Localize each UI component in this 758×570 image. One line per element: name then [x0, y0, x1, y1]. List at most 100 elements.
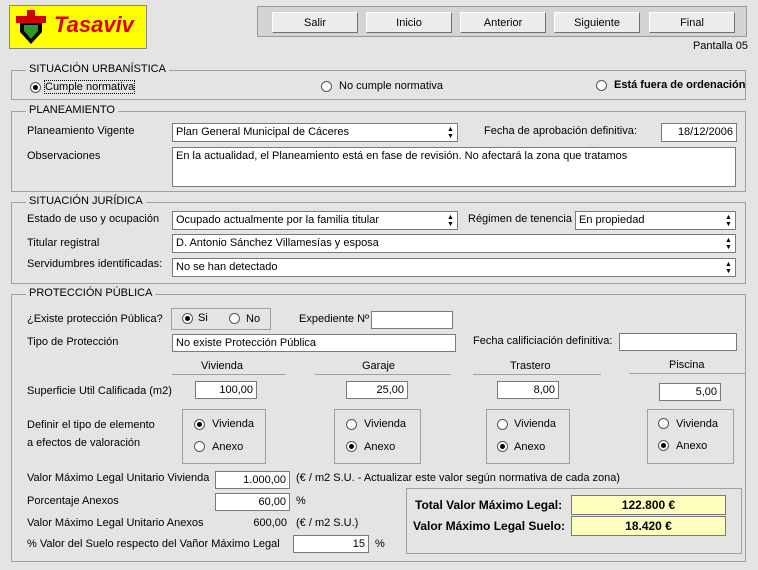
vmlu-anexos-label: Valor Máximo Legal Unitario Anexos: [27, 517, 204, 529]
total-valor-value: 122.800 €: [571, 495, 726, 515]
superficie-vivienda-field[interactable]: 100,00: [195, 381, 257, 399]
anexo-col1-label[interactable]: Anexo: [212, 441, 243, 453]
valor-suelo-value: 18.420 €: [571, 516, 726, 536]
proteccion-title: PROTECCIÓN PÚBLICA: [26, 287, 156, 299]
cumple-radio[interactable]: [30, 82, 41, 93]
col-vivienda-divider: [172, 374, 286, 375]
vivienda-col3-radio[interactable]: [497, 419, 508, 430]
estado-uso-label: Estado de uso y ocupación: [27, 213, 160, 225]
total-valor-label: Total Valor Máximo Legal:: [415, 498, 563, 512]
no-cumple-radio[interactable]: [321, 81, 332, 92]
no-label[interactable]: No: [246, 313, 260, 325]
col-piscina-divider: [629, 373, 745, 374]
vivienda-col1-label[interactable]: Vivienda: [212, 418, 254, 430]
titular-registral-value: D. Antonio Sánchez Villamesías y esposa: [176, 237, 379, 249]
titular-registral-select[interactable]: D. Antonio Sánchez Villamesías y esposa …: [172, 234, 736, 253]
salir-button[interactable]: Salir: [272, 12, 358, 33]
observaciones-label: Observaciones: [27, 150, 101, 162]
vmlu-vivienda-note: (€ / m2 S.U. - Actualizar este valor seg…: [296, 472, 621, 484]
no-radio[interactable]: [229, 313, 240, 324]
vivienda-col4-label[interactable]: Vivienda: [676, 418, 718, 430]
porcentaje-anexos-field[interactable]: 60,00: [215, 493, 290, 511]
vmlu-vivienda-label: Valor Máximo Legal Unitario Vivienda: [27, 472, 210, 484]
definir-tipo-label-2: a efectos de valoración: [27, 437, 141, 449]
tipo-proteccion-field[interactable]: No existe Protección Pública: [172, 334, 456, 352]
vivienda-col2-radio[interactable]: [346, 419, 357, 430]
cumple-label[interactable]: Cumple normativa: [43, 80, 136, 94]
regimen-tenencia-select[interactable]: En propiedad ▲ ▼: [575, 211, 736, 230]
vmlu-anexos-value: 600,00: [215, 515, 290, 533]
app-logo: Tasaviv: [9, 5, 147, 49]
shield-logo-icon: [16, 10, 46, 44]
fuera-ordenacion-radio[interactable]: [596, 80, 607, 91]
fecha-calificacion-field[interactable]: [619, 333, 737, 351]
servidumbres-value: No se han detectado: [176, 261, 278, 273]
col-vivienda-header: Vivienda: [201, 360, 243, 372]
si-radio[interactable]: [182, 313, 193, 324]
fecha-aprobacion-label: Fecha de aprobación definitiva:: [484, 125, 637, 137]
anterior-button[interactable]: Anterior: [460, 12, 546, 33]
servidumbres-select[interactable]: No se han detectado ▲ ▼: [172, 258, 736, 277]
planeamiento-vigente-select[interactable]: Plan General Municipal de Cáceres ▲ ▼: [172, 123, 458, 142]
anexo-col3-label[interactable]: Anexo: [514, 441, 545, 453]
vmlu-anexos-unit: (€ / m2 S.U.): [296, 517, 359, 529]
titular-registral-label: Titular registral: [27, 237, 100, 249]
screen-number: Pantalla 05: [692, 40, 748, 52]
si-label[interactable]: Si: [198, 312, 208, 324]
estado-uso-select[interactable]: Ocupado actualmente por la familia titul…: [172, 211, 458, 230]
servidumbres-label: Servidumbres identificadas:: [27, 258, 163, 270]
planeamiento-title: PLANEAMIENTO: [26, 104, 118, 116]
regimen-tenencia-value: En propiedad: [579, 214, 645, 226]
spin-arrows-icon: ▲ ▼: [725, 214, 732, 228]
spin-arrows-icon: ▲ ▼: [447, 214, 454, 228]
siguiente-button[interactable]: Siguiente: [554, 12, 640, 33]
planeamiento-vigente-value: Plan General Municipal de Cáceres: [176, 126, 350, 138]
porcentaje-anexos-unit: %: [296, 495, 306, 507]
navigation-bar: Salir Inicio Anterior Siguiente Final: [257, 6, 747, 37]
anexo-col4-label[interactable]: Anexo: [676, 440, 707, 452]
anexo-col2-radio[interactable]: [346, 441, 357, 452]
spin-arrows-icon: ▲ ▼: [447, 126, 454, 140]
porcentaje-anexos-label: Porcentaje Anexos: [27, 495, 119, 507]
observaciones-textarea[interactable]: En la actualidad, el Planeamiento está e…: [172, 147, 736, 187]
expediente-field[interactable]: [371, 311, 453, 329]
anexo-col3-radio[interactable]: [497, 441, 508, 452]
superficie-trastero-field[interactable]: 8,00: [497, 381, 559, 399]
vivienda-col4-radio[interactable]: [658, 418, 669, 429]
superficie-garaje-field[interactable]: 25,00: [346, 381, 408, 399]
fecha-aprobacion-field[interactable]: 18/12/2006: [661, 123, 737, 142]
vivienda-col1-radio[interactable]: [194, 419, 205, 430]
planeamiento-vigente-label: Planeamiento Vigente: [27, 125, 135, 137]
vivienda-col2-label[interactable]: Vivienda: [364, 418, 406, 430]
regimen-tenencia-label: Régimen de tenencia: [468, 213, 572, 225]
porcentaje-suelo-unit: %: [375, 538, 385, 550]
spin-arrows-icon: ▲ ▼: [725, 261, 732, 275]
spin-arrows-icon: ▲ ▼: [725, 237, 732, 251]
col-piscina-header: Piscina: [669, 359, 705, 371]
app-name: Tasaviv: [54, 12, 134, 37]
col-garaje-divider: [315, 374, 451, 375]
vivienda-col3-label[interactable]: Vivienda: [514, 418, 556, 430]
definir-tipo-label-1: Definir el tipo de elemento: [27, 419, 155, 431]
anexo-col1-radio[interactable]: [194, 441, 205, 452]
no-cumple-label[interactable]: No cumple normativa: [339, 80, 443, 92]
estado-uso-value: Ocupado actualmente por la familia titul…: [176, 214, 379, 226]
final-button[interactable]: Final: [649, 12, 735, 33]
valor-suelo-label: Valor Máximo Legal Suelo:: [413, 519, 566, 533]
porcentaje-suelo-field[interactable]: 15: [293, 535, 369, 553]
col-trastero-divider: [473, 374, 601, 375]
col-trastero-header: Trastero: [510, 360, 551, 372]
existe-proteccion-label: ¿Existe protección Pública?: [27, 313, 163, 325]
inicio-button[interactable]: Inicio: [366, 12, 452, 33]
fuera-ordenacion-label[interactable]: Está fuera de ordenación: [614, 79, 745, 91]
col-garaje-header: Garaje: [362, 360, 396, 372]
juridica-title: SITUACIÓN JURÍDICA: [26, 195, 146, 207]
anexo-col2-label[interactable]: Anexo: [364, 441, 395, 453]
expediente-label: Expediente Nº: [299, 313, 370, 325]
anexo-col4-radio[interactable]: [658, 440, 669, 451]
vmlu-vivienda-field[interactable]: 1.000,00: [215, 471, 290, 489]
superficie-label: Superficie Util Calificada (m2): [27, 385, 172, 397]
porcentaje-suelo-label: % Valor del Suelo respecto del Vañor Máx…: [27, 538, 280, 550]
superficie-piscina-field[interactable]: 5,00: [659, 383, 721, 401]
fecha-calificacion-label: Fecha calificiación definitiva:: [473, 335, 613, 347]
